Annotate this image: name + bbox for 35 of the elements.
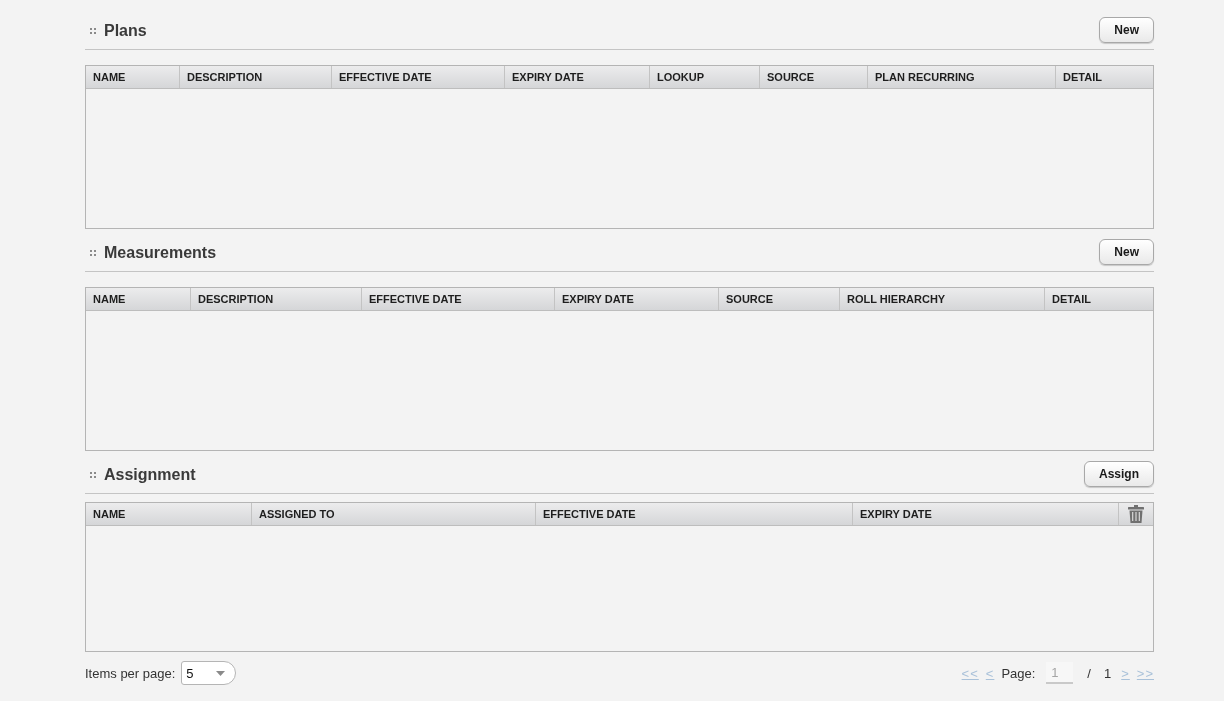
page-total: 1 <box>1104 665 1112 681</box>
section-title: Plans <box>104 21 147 41</box>
grip-icon[interactable] <box>90 472 96 478</box>
trash-icon[interactable] <box>1128 505 1144 523</box>
column-header: NAME <box>92 507 127 522</box>
column-header: SOURCE <box>718 288 839 310</box>
action-button[interactable]: New <box>1099 17 1154 43</box>
column-header: DETAIL <box>1044 288 1153 310</box>
column-header: ASSIGNED TO <box>251 503 535 525</box>
column-header: EFFECTIVE DATE <box>535 503 852 525</box>
column-header: NAME <box>92 70 127 85</box>
action-button[interactable]: Assign <box>1084 461 1154 487</box>
column-header: EXPIRY DATE <box>554 288 718 310</box>
grip-icon[interactable] <box>90 28 96 34</box>
items-per-page-label: Items per page: <box>85 665 176 681</box>
column-header: EXPIRY DATE <box>504 66 649 88</box>
column-header: NAME <box>92 292 127 307</box>
page-separator: / <box>1087 665 1091 681</box>
column-header: ROLL HIERARCHY <box>839 288 1044 310</box>
column-header: PLAN RECURRING <box>867 66 1055 88</box>
column-header: EFFECTIVE DATE <box>361 288 554 310</box>
caret-icon <box>216 670 226 676</box>
items-per-page-select[interactable]: 5 <box>181 661 237 685</box>
column-header: DESCRIPTION <box>179 66 331 88</box>
section-title: Assignment <box>104 465 196 485</box>
column-header: EXPIRY DATE <box>852 503 1118 525</box>
column-header: LOOKUP <box>649 66 759 88</box>
column-header: SOURCE <box>759 66 867 88</box>
column-header: EFFECTIVE DATE <box>331 66 504 88</box>
column-header: DETAIL <box>1055 66 1153 88</box>
column-header: DESCRIPTION <box>190 288 361 310</box>
section-title: Measurements <box>104 243 217 263</box>
grip-icon[interactable] <box>90 250 96 256</box>
page-label: Page: <box>1001 665 1036 681</box>
action-button[interactable]: New <box>1099 239 1154 265</box>
